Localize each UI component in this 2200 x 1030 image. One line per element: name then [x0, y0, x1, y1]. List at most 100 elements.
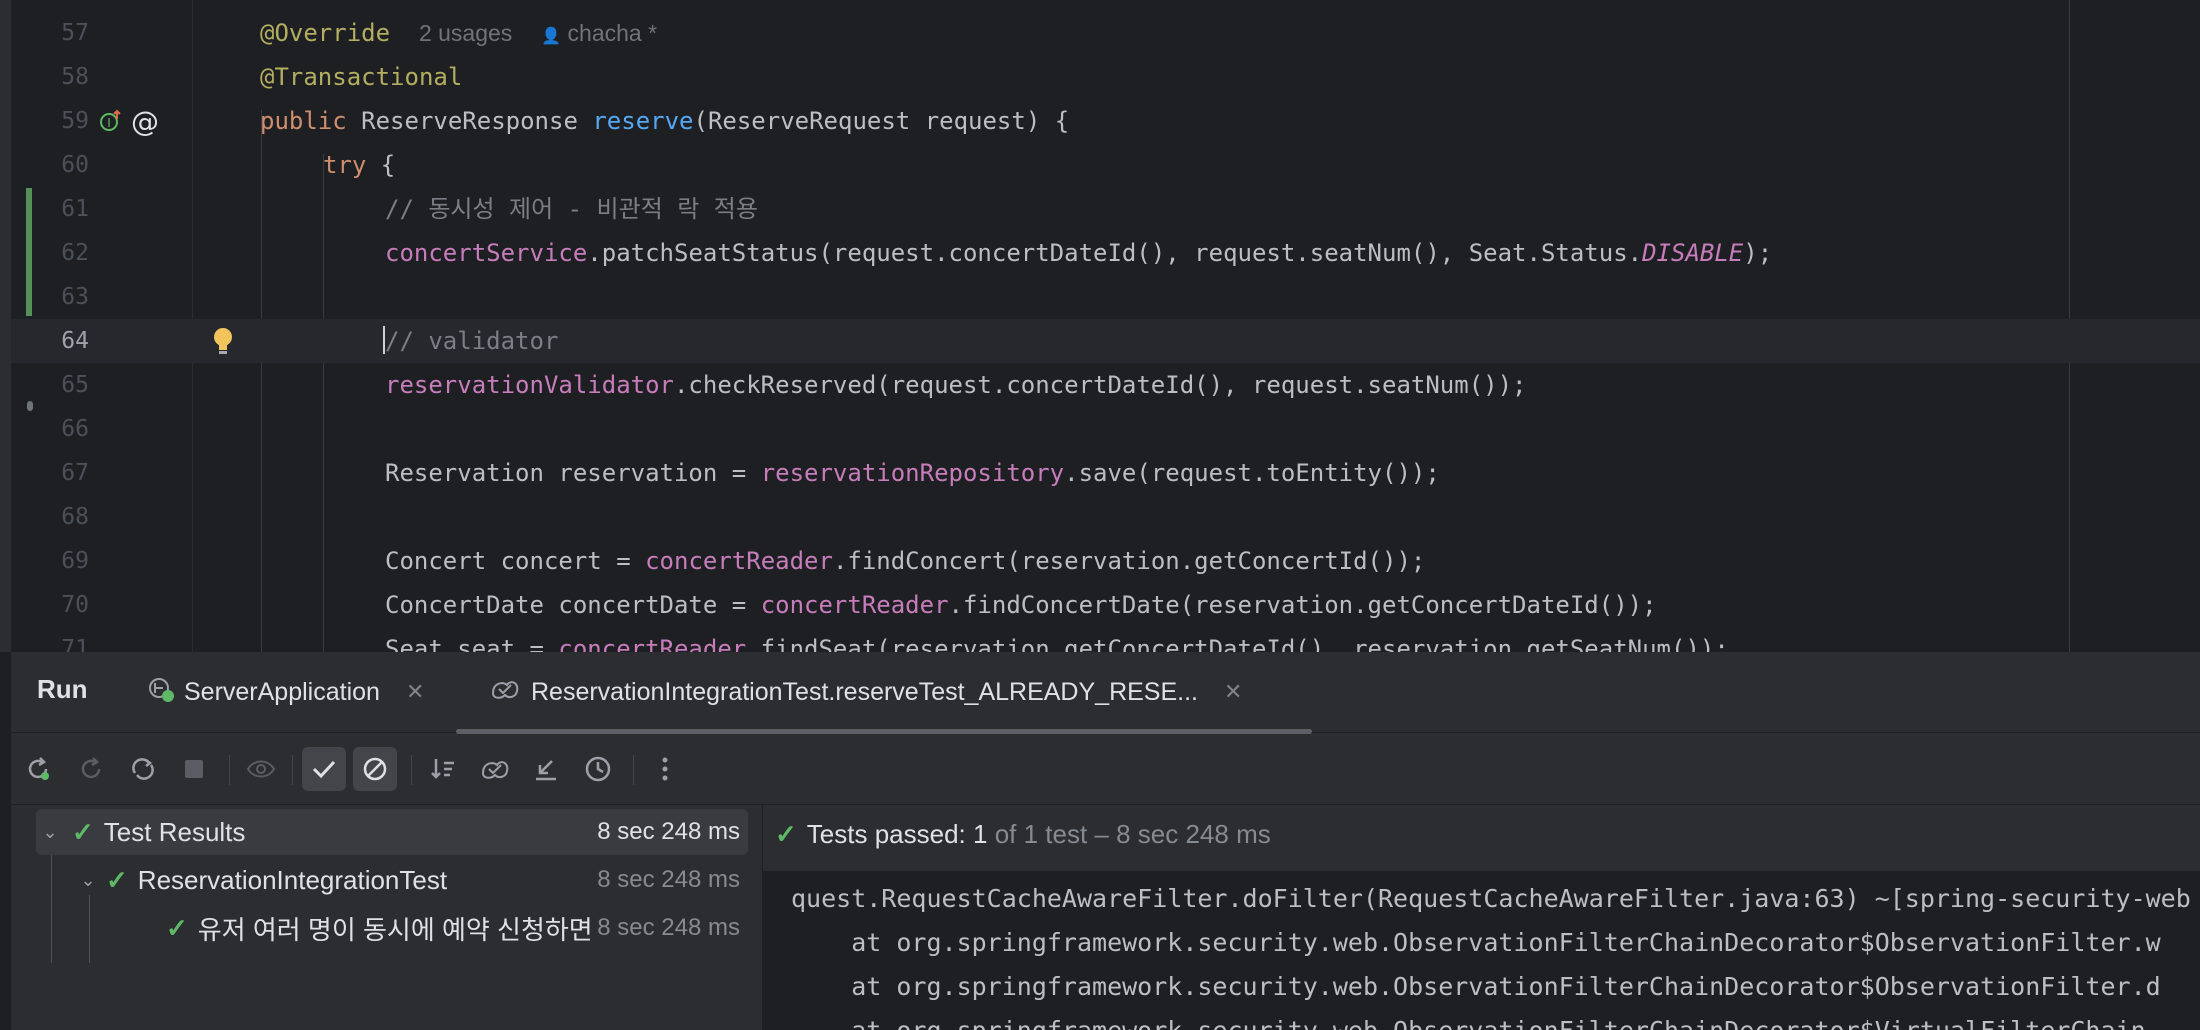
keyword: try: [323, 151, 367, 179]
tree-node-test-method[interactable]: ✓ 유저 여러 명이 동시에 예약 신청하면 8 sec 248 ms: [36, 905, 748, 951]
declaration: Seat seat =: [385, 635, 559, 652]
code-editor[interactable]: 57 @Override 2 usages 👤 chacha * 58 @Tra…: [0, 0, 2200, 652]
code-line-current[interactable]: 64 // validator: [11, 319, 2200, 363]
chevron-down-icon[interactable]: ⌄: [74, 870, 102, 891]
person-icon: 👤: [541, 28, 562, 45]
test-status-bar: ✓ Tests passed: 1 of 1 test – 8 sec 248 m…: [763, 805, 2200, 871]
more-icon[interactable]: [643, 747, 687, 791]
implements-icon[interactable]: I: [99, 109, 123, 133]
run-config-icon: [146, 674, 176, 711]
usages-hint[interactable]: 2 usages: [419, 20, 512, 46]
console-output[interactable]: ✓ Tests passed: 1 of 1 test – 8 sec 248 m…: [763, 805, 2200, 1030]
call: .save(request.toEntity());: [1064, 459, 1440, 487]
rerun-failed-icon[interactable]: [69, 747, 113, 791]
run-toolbar: [11, 733, 2200, 805]
code-line[interactable]: 60 try {: [11, 143, 2200, 187]
code-line[interactable]: 57 @Override 2 usages 👤 chacha *: [11, 11, 2200, 55]
tab-server-application[interactable]: ServerApplication ✕: [146, 652, 424, 732]
call: .checkReserved(request.concertDateId(), …: [673, 371, 1527, 399]
close-icon[interactable]: ✕: [1224, 679, 1242, 705]
console-line: at org.springframework.security.web.Obse…: [791, 1009, 2145, 1030]
check-icon: ✓: [775, 819, 797, 849]
tab-reservation-test[interactable]: ReservationIntegrationTest.reserveTest_A…: [489, 652, 1242, 732]
params: (ReserveRequest request) {: [693, 107, 1070, 135]
console-line: at org.springframework.security.web.Obse…: [791, 972, 2161, 1001]
code-line[interactable]: 59 I @ public ReserveResponse reserve(Re…: [11, 99, 2200, 143]
code-line[interactable]: 70 ConcertDate concertDate = concertRead…: [11, 583, 2200, 627]
history-icon[interactable]: [576, 747, 620, 791]
show-passed-icon[interactable]: [302, 747, 346, 791]
tree-node-test-results[interactable]: ⌄ ✓ Test Results 8 sec 248 ms: [36, 809, 748, 855]
field: concertService: [385, 239, 588, 267]
tree-node-test-class[interactable]: ⌄ ✓ ReservationIntegrationTest 8 sec 248…: [36, 857, 748, 903]
comment: // validator: [385, 327, 559, 355]
method-name: reserve: [592, 107, 694, 135]
line-number: 67: [61, 460, 89, 486]
declaration: Concert concert =: [385, 547, 646, 575]
sort-icon[interactable]: [421, 747, 465, 791]
call: .findSeat(reservation.getConcertDateId()…: [746, 635, 1729, 652]
field: concertReader: [760, 591, 949, 619]
line-number: 64: [61, 328, 89, 354]
tab-label: ServerApplication: [184, 677, 380, 706]
editor-left-strip: [0, 0, 11, 652]
code-line[interactable]: 65 reservationValidator.checkReserved(re…: [11, 363, 2200, 407]
check-icon: ✓: [72, 816, 94, 847]
test-results-tree[interactable]: ⌄ ✓ Test Results 8 sec 248 ms ⌄ ✓ Reserv…: [11, 805, 762, 1030]
run-tool-window: Run ServerApplication ✕ ReservationInteg…: [11, 652, 2200, 1030]
code-text: @Override 2 usages 👤 chacha *: [260, 11, 657, 59]
call: .findConcertDate(reservation.getConcertD…: [948, 591, 1657, 619]
code-text: Seat seat = concertReader.findSeat(reser…: [385, 627, 1729, 652]
code-line[interactable]: 67 Reservation reservation = reservation…: [11, 451, 2200, 495]
code-text: Reservation reservation = reservationRep…: [385, 451, 1440, 495]
field: reservationRepository: [760, 459, 1065, 487]
console-line: at org.springframework.security.web.Obse…: [791, 928, 2161, 957]
code-text: concertService.patchSeatStatus(request.c…: [385, 231, 1772, 275]
show-ignored-toggle-icon[interactable]: [353, 747, 397, 791]
check-icon: ✓: [166, 912, 188, 943]
close-icon[interactable]: ✕: [406, 679, 424, 705]
import-tests-icon[interactable]: [473, 747, 517, 791]
lightbulb-icon[interactable]: [211, 326, 235, 361]
code-line[interactable]: 61 // 동시성 제어 - 비관적 락 적용: [11, 187, 2200, 231]
field: reservationValidator: [385, 371, 674, 399]
run-window-title: Run: [37, 674, 88, 704]
line-number: 62: [61, 240, 89, 266]
code-line[interactable]: 69 Concert concert = concertReader.findC…: [11, 539, 2200, 583]
status-detail: of 1 test – 8 sec 248 ms: [987, 819, 1271, 849]
rerun-icon[interactable]: [16, 747, 60, 791]
test-config-icon: [489, 675, 521, 710]
code-line[interactable]: 58 @Transactional: [11, 55, 2200, 99]
tree-node-time: 8 sec 248 ms: [597, 818, 740, 845]
line-number: 71: [61, 636, 89, 652]
line-number: 68: [61, 504, 89, 530]
code-line[interactable]: 68: [11, 495, 2200, 539]
chevron-down-icon[interactable]: ⌄: [36, 822, 64, 843]
code-text: ConcertDate concertDate = concertReader.…: [385, 583, 1657, 627]
line-number: 69: [61, 548, 89, 574]
stop-icon[interactable]: [172, 747, 216, 791]
type-name: ReserveResponse: [346, 107, 593, 135]
call: .patchSeatStatus(request.concertDateId()…: [587, 239, 1643, 267]
code-line[interactable]: 62 concertService.patchSeatStatus(reques…: [11, 231, 2200, 275]
toggle-autotest-icon[interactable]: [121, 747, 165, 791]
code-line[interactable]: 63: [11, 275, 2200, 319]
declaration: Reservation reservation =: [385, 459, 761, 487]
annotation: @Override: [260, 19, 391, 47]
check-icon: ✓: [106, 864, 128, 895]
toolbar-separator: [229, 755, 230, 785]
line-number: 57: [61, 20, 89, 46]
at-sign-icon[interactable]: @: [131, 105, 159, 138]
author-hint[interactable]: 👤 chacha *: [541, 20, 657, 46]
code-line[interactable]: 66: [11, 407, 2200, 451]
code-text: // validator: [383, 319, 558, 363]
line-number: 61: [61, 196, 89, 222]
comment: // 동시성 제어 - 비관적 락 적용: [385, 195, 758, 223]
line-number: 63: [61, 284, 89, 310]
code-line[interactable]: 71 Seat seat = concertReader.findSeat(re…: [11, 627, 2200, 652]
code-text: @Transactional: [260, 55, 462, 99]
keyword: public: [260, 107, 347, 135]
collapse-icon[interactable]: [524, 747, 568, 791]
code-text: Concert concert = concertReader.findConc…: [385, 539, 1425, 583]
show-ignored-icon[interactable]: [239, 747, 283, 791]
